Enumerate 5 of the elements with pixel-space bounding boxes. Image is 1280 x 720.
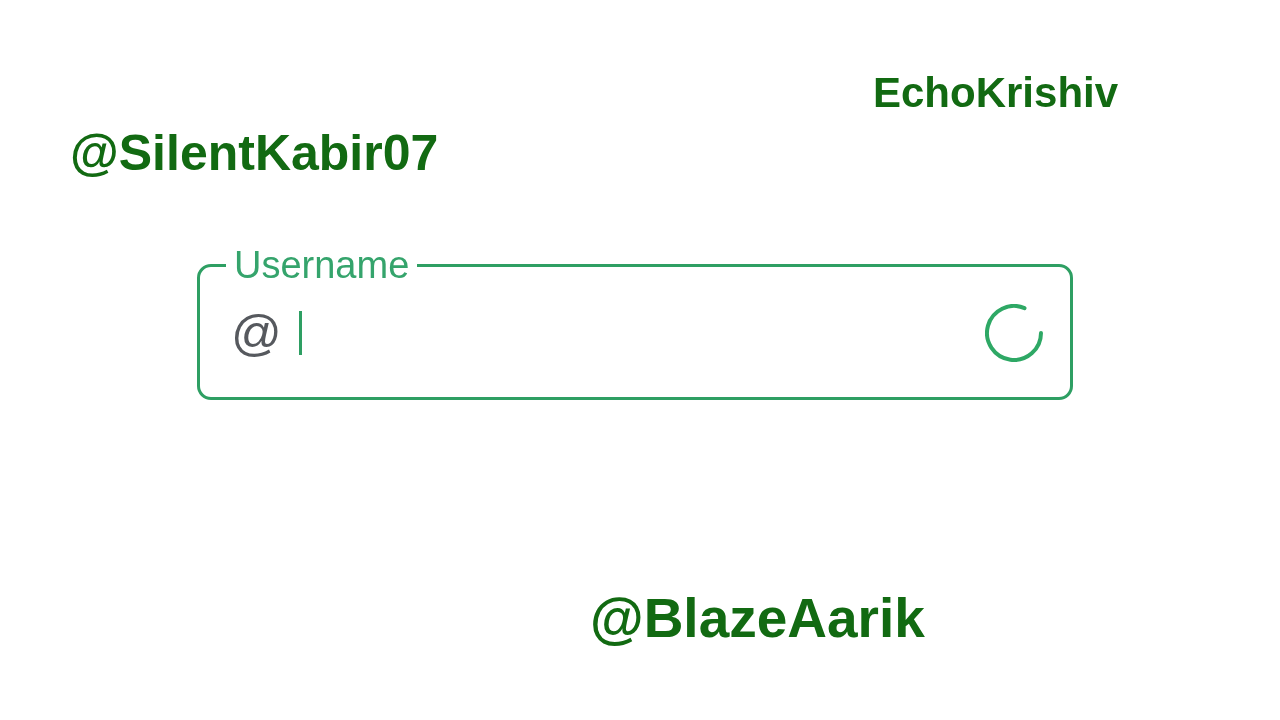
at-sign-icon: @: [231, 307, 282, 358]
field-label: Username: [233, 246, 411, 284]
username-text: @SilentKabir07: [70, 128, 439, 178]
username-text: @BlazeAarik: [590, 591, 925, 646]
username-text: EchoKrishiv: [873, 72, 1119, 114]
